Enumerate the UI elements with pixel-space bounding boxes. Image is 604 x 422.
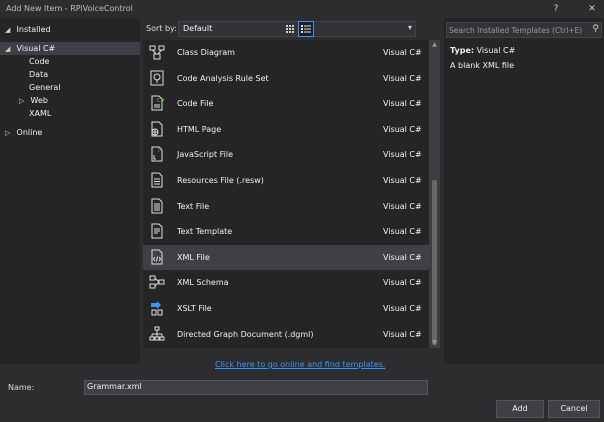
list-view-icon (301, 25, 311, 33)
category-tree: ◢ Installed ◢ Visual C# Code Data Genera… (0, 18, 140, 364)
collapse-arrow-icon[interactable]: ◢ (5, 24, 14, 37)
text-template-icon (149, 223, 165, 239)
search-input[interactable]: Search Installed Templates (Ctrl+E) ⚲ (446, 22, 602, 38)
collapse-arrow-icon[interactable]: ◢ (5, 43, 14, 56)
template-language: Visual C# (383, 176, 422, 185)
name-label: Name: (8, 383, 35, 392)
svg-text:JS: JS (157, 147, 162, 152)
search-icon[interactable]: ⚲ (592, 24, 599, 34)
list-view-button[interactable] (298, 21, 314, 37)
tree-item-data[interactable]: Data (29, 68, 48, 81)
scroll-down-icon[interactable]: ▼ (429, 338, 440, 348)
template-list-scrollbar[interactable]: ▲ ▼ (429, 40, 440, 348)
tree-item-installed[interactable]: ◢ Installed (0, 23, 140, 36)
sort-value: Default (183, 24, 213, 33)
type-value: Visual C# (476, 46, 516, 55)
template-row[interactable]: Text Template Visual C# (143, 219, 429, 244)
details-panel: Search Installed Templates (Ctrl+E) ⚲ Ty… (444, 18, 604, 364)
template-row[interactable]: Class Diagram Visual C# (143, 40, 429, 65)
tree-item-code[interactable]: Code (29, 55, 49, 68)
text-file-icon (149, 198, 165, 214)
template-language: Visual C# (383, 278, 422, 288)
grid-view-icon (286, 25, 294, 33)
cancel-button[interactable]: Cancel (548, 400, 600, 418)
rule-set-icon (149, 70, 165, 86)
small-icons-view-button[interactable] (282, 21, 298, 37)
template-row[interactable]: Resources File (.resw) Visual C# (143, 168, 429, 193)
template-language: Visual C# (383, 150, 422, 160)
online-templates-link[interactable]: Click here to go online and find templat… (215, 360, 385, 369)
template-row[interactable]: C# Code File Visual C# (143, 91, 429, 116)
search-placeholder: Search Installed Templates (Ctrl+E) (449, 26, 583, 35)
template-language: Visual C# (383, 99, 422, 109)
sort-toolbar: Sort by: Default ▾ (140, 18, 440, 40)
template-row[interactable]: XML File Visual C# (143, 244, 429, 270)
template-description: A blank XML file (450, 61, 515, 70)
template-name: HTML Page (177, 124, 222, 134)
template-language: Visual C# (383, 252, 422, 262)
code-file-icon: C# (149, 95, 165, 111)
html-page-icon (149, 121, 165, 137)
add-button[interactable]: Add (496, 400, 544, 418)
template-language: Visual C# (383, 329, 422, 339)
window-title: Add New Item - RPiVoiceControl (6, 4, 133, 13)
template-name: XML File (177, 252, 210, 262)
type-label: Type: (450, 46, 475, 55)
template-row[interactable]: Code Analysis Rule Set Visual C# (143, 66, 429, 91)
template-row[interactable]: HTML Page Visual C# (143, 117, 429, 142)
svg-text:C#: C# (157, 98, 165, 104)
template-list: Class Diagram Visual C# Code Analysis Rule… (143, 40, 429, 348)
resources-file-icon (149, 172, 165, 188)
tree-item-xaml[interactable]: XAML (29, 107, 51, 120)
template-language: Visual C# (383, 304, 422, 313)
xslt-file-icon (149, 300, 165, 316)
xml-schema-icon (149, 274, 165, 290)
template-row[interactable]: Directed Graph Document (.dgml) Visual C# (143, 322, 429, 347)
help-button[interactable]: ? (548, 2, 564, 16)
template-name: Code File (177, 99, 214, 109)
name-input-value: Grammar.xml (87, 382, 142, 391)
sort-label: Sort by: (146, 24, 177, 33)
template-name: XSLT File (177, 304, 212, 313)
template-language: Visual C# (383, 124, 422, 134)
javascript-file-icon: JS (149, 146, 165, 162)
template-name: XML Schema (177, 278, 229, 288)
template-name: Directed Graph Document (.dgml) (177, 329, 314, 339)
dgml-icon (149, 326, 165, 342)
tree-item-web[interactable]: ▷ Web (19, 94, 48, 107)
tree-item-general[interactable]: General (29, 81, 61, 94)
tree-item-online[interactable]: ▷ Online (5, 126, 42, 139)
expand-arrow-icon[interactable]: ▷ (19, 95, 28, 108)
template-name: Text Template (177, 227, 233, 237)
title-bar: Add New Item - RPiVoiceControl ? ✕ (0, 0, 604, 18)
class-diagram-icon (149, 44, 165, 60)
template-name: Text File (177, 201, 210, 211)
template-row[interactable]: JS JavaScript File Visual C# (143, 142, 429, 167)
template-name: Resources File (.resw) (177, 176, 264, 185)
template-row[interactable]: XML Schema Visual C# (143, 270, 429, 295)
template-name: JavaScript File (177, 150, 234, 160)
expand-arrow-icon[interactable]: ▷ (5, 127, 14, 140)
template-name: Class Diagram (177, 48, 235, 57)
tree-item-visual-csharp[interactable]: ◢ Visual C# (0, 42, 140, 55)
xml-file-icon (149, 249, 165, 265)
scrollbar-thumb[interactable] (432, 180, 437, 345)
template-language: Visual C# (383, 201, 422, 211)
template-language: Visual C# (383, 227, 422, 237)
template-name: Code Analysis Rule Set (177, 73, 269, 83)
chevron-down-icon: ▾ (407, 23, 412, 32)
scroll-up-icon[interactable]: ▲ (429, 40, 440, 50)
close-button[interactable]: ✕ (584, 2, 600, 16)
name-input[interactable]: Grammar.xml (84, 380, 428, 395)
type-line: Type: Visual C# (450, 46, 515, 55)
template-language: Visual C# (383, 73, 422, 83)
template-row[interactable]: XSLT File Visual C# (143, 296, 429, 321)
template-row[interactable]: Text File Visual C# (143, 194, 429, 219)
template-language: Visual C# (383, 48, 422, 57)
